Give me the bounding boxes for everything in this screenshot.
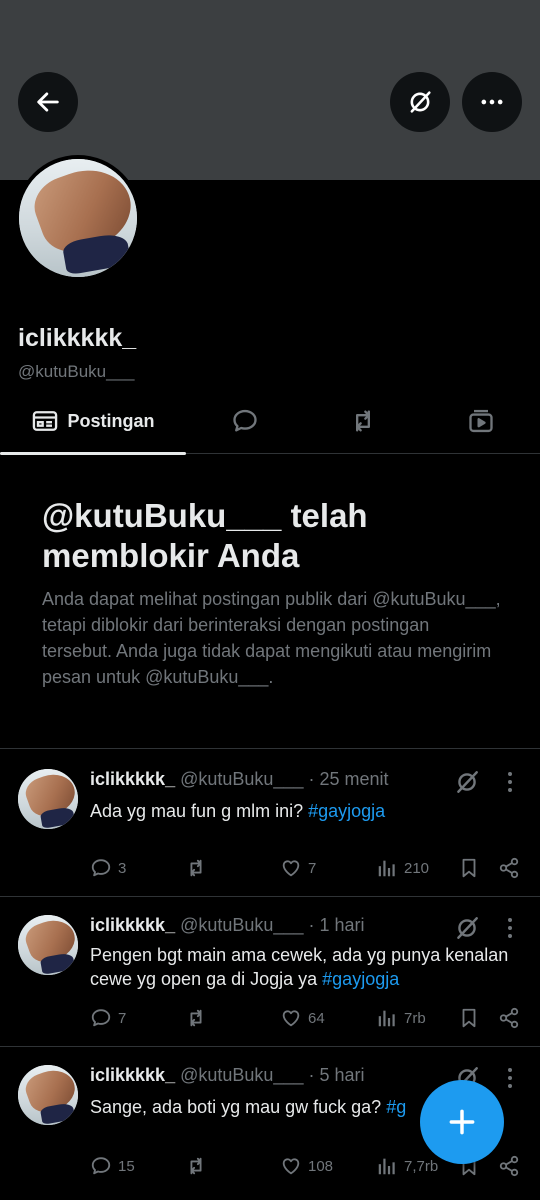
tab-posts-label: Postingan xyxy=(67,410,155,431)
blocked-notice: @kutuBuku___ telah memblokir Anda Anda d… xyxy=(42,496,502,690)
tab-media[interactable] xyxy=(422,388,540,454)
bookmark-button[interactable] xyxy=(458,1003,486,1033)
reply-count: 15 xyxy=(118,1157,135,1175)
share-button[interactable] xyxy=(498,1003,526,1033)
posts-icon xyxy=(33,411,58,431)
heart-icon xyxy=(282,1158,300,1175)
like-button[interactable]: 7 xyxy=(280,853,316,883)
tab-reposts[interactable] xyxy=(304,388,422,454)
share-icon xyxy=(499,857,519,879)
reply-icon xyxy=(91,1009,111,1027)
avatar-image xyxy=(18,769,78,829)
views-chart-icon xyxy=(378,1010,395,1027)
post-author-name: iclikkkkk_ xyxy=(90,769,176,789)
grok-icon xyxy=(410,91,431,113)
post-meta: @kutuBuku___ · 25 menit xyxy=(180,769,389,789)
grok-button[interactable] xyxy=(390,72,450,132)
active-tab-indicator xyxy=(0,452,186,455)
arrow-left-icon xyxy=(37,92,59,112)
like-button[interactable]: 64 xyxy=(280,1003,325,1033)
post-avatar[interactable] xyxy=(18,1065,78,1125)
tab-replies[interactable] xyxy=(186,388,304,454)
tab-posts[interactable]: Postingan xyxy=(0,388,186,455)
post-avatar[interactable] xyxy=(18,915,78,975)
repost-button[interactable] xyxy=(185,853,213,883)
repost-icon xyxy=(190,1009,202,1027)
repost-icon xyxy=(190,1157,202,1175)
reply-button[interactable]: 3 xyxy=(90,853,126,883)
avatar-image xyxy=(19,159,137,277)
post-header: iclikkkkk_ @kutuBuku___ · 25 menit xyxy=(90,769,388,790)
profile-tabs: Postingan xyxy=(0,388,540,455)
reply-icon xyxy=(91,859,111,877)
blocked-title: @kutuBuku___ telah memblokir Anda xyxy=(42,497,368,574)
repost-icon xyxy=(190,859,202,877)
reply-count: 3 xyxy=(118,859,127,877)
profile-banner xyxy=(0,0,540,180)
back-button[interactable] xyxy=(18,72,78,132)
avatar-image xyxy=(18,915,78,975)
views-button[interactable]: 7rb xyxy=(376,1003,426,1033)
reply-icon xyxy=(91,1157,111,1175)
hashtag-link[interactable]: #gayjogja xyxy=(322,969,399,989)
like-count: 7 xyxy=(308,859,317,877)
reply-count: 7 xyxy=(118,1009,127,1027)
profile-display-name: iclikkkkk_ xyxy=(18,324,137,352)
media-icon xyxy=(469,409,493,433)
repost-button[interactable] xyxy=(185,1003,213,1033)
repost-icon xyxy=(356,410,370,432)
plus-icon xyxy=(449,1109,475,1135)
views-button[interactable]: 7,7rb xyxy=(376,1151,438,1181)
like-count: 64 xyxy=(308,1009,325,1027)
post-actions: 3 7 210 xyxy=(90,853,530,883)
bookmark-icon xyxy=(462,858,476,878)
post-actions: 7 64 7rb xyxy=(90,1003,530,1033)
heart-icon xyxy=(282,860,300,877)
post-header: iclikkkkk_ @kutuBuku___ · 1 hari xyxy=(90,915,364,936)
post-author-name: iclikkkkk_ xyxy=(90,915,176,935)
blocked-description: Anda dapat melihat postingan publik dari… xyxy=(42,589,501,687)
profile-avatar[interactable] xyxy=(15,155,141,281)
post-meta: @kutuBuku___ · 1 hari xyxy=(180,915,365,935)
post-item[interactable]: iclikkkkk_ @kutuBuku___ · 25 menit Ada y… xyxy=(0,748,540,896)
view-count: 7rb xyxy=(404,1009,426,1027)
heart-icon xyxy=(282,1010,300,1027)
post-avatar[interactable] xyxy=(18,769,78,829)
view-count: 7,7rb xyxy=(404,1157,439,1175)
post-meta: @kutuBuku___ · 5 hari xyxy=(180,1065,365,1085)
post-text: Ada yg mau fun g mlm ini? #gayjogja xyxy=(90,801,386,821)
repost-button[interactable] xyxy=(185,1151,213,1181)
hashtag-link[interactable]: #g xyxy=(386,1097,406,1117)
share-button[interactable] xyxy=(498,853,526,883)
share-icon xyxy=(499,1155,519,1177)
like-count: 108 xyxy=(308,1157,334,1175)
views-button[interactable]: 210 xyxy=(376,853,429,883)
post-item[interactable]: iclikkkkk_ @kutuBuku___ · 1 hari Pengen … xyxy=(0,896,540,1046)
grok-icon[interactable] xyxy=(454,915,480,941)
like-button[interactable]: 108 xyxy=(280,1151,333,1181)
more-horizontal-icon xyxy=(481,99,503,105)
share-button[interactable] xyxy=(498,1151,526,1181)
more-vertical-icon[interactable] xyxy=(500,915,520,941)
views-chart-icon xyxy=(378,1158,395,1175)
share-icon xyxy=(499,1007,519,1029)
more-vertical-icon[interactable] xyxy=(500,769,520,795)
hashtag-link[interactable]: #gayjogja xyxy=(308,801,385,821)
reply-button[interactable]: 7 xyxy=(90,1003,126,1033)
post-author-name: iclikkkkk_ xyxy=(90,1065,176,1085)
profile-handle: @kutuBuku___ xyxy=(18,362,135,381)
views-chart-icon xyxy=(378,860,395,877)
compose-post-button[interactable] xyxy=(420,1080,504,1164)
view-count: 210 xyxy=(404,859,430,877)
grok-icon[interactable] xyxy=(454,769,480,795)
avatar-image xyxy=(18,1065,78,1125)
reply-button[interactable]: 15 xyxy=(90,1151,135,1181)
bookmark-button[interactable] xyxy=(458,853,486,883)
more-vertical-icon[interactable] xyxy=(500,1065,520,1091)
more-options-button[interactable] xyxy=(462,72,522,132)
bookmark-icon xyxy=(462,1008,476,1028)
post-header: iclikkkkk_ @kutuBuku___ · 5 hari xyxy=(90,1065,364,1086)
reply-icon xyxy=(233,409,257,432)
post-text: Pengen bgt main ama cewek, ada yg punya … xyxy=(90,945,509,989)
